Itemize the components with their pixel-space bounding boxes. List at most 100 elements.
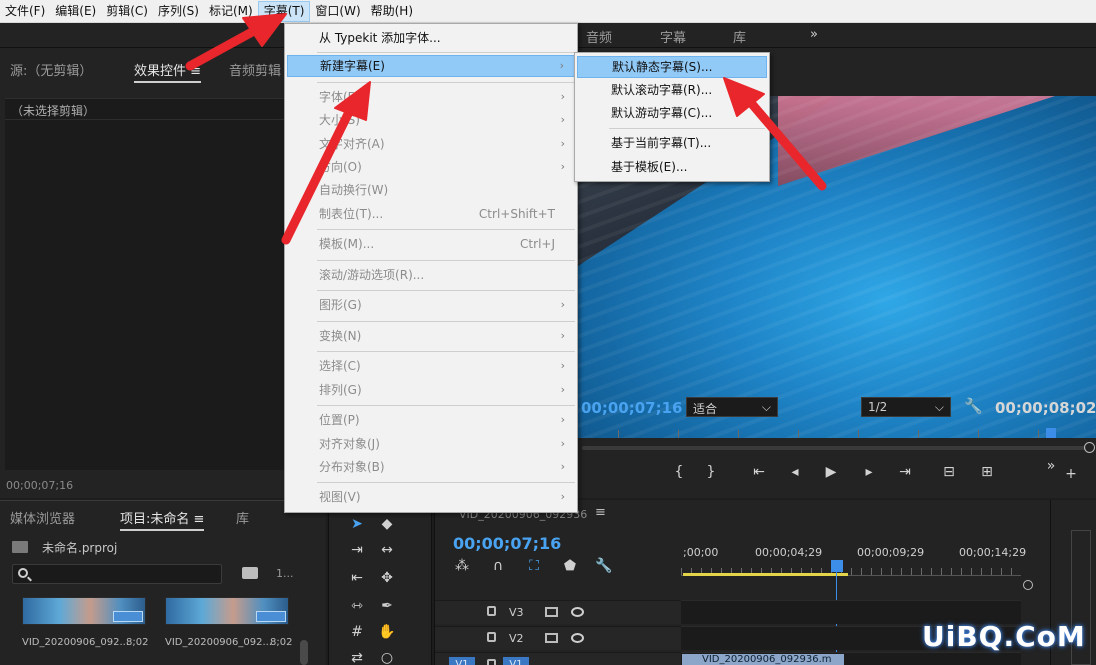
program-time-ruler[interactable] [578,424,1096,446]
menu-item-roll-crawl-options[interactable]: 滚动/游动选项(R)... [287,264,575,286]
menu-item-add-typekit-fonts[interactable]: 从 Typekit 添加字体... [287,27,575,49]
selection-tool-icon[interactable]: ➤ [347,516,367,532]
menu-item-select[interactable]: 选择(C) › [287,355,575,377]
go-to-in-icon[interactable]: ⇤ [750,464,768,480]
track-select-tool-icon[interactable]: ◆ [377,516,397,532]
lock-icon[interactable] [487,659,496,665]
new-search-bin-icon[interactable] [242,567,258,579]
go-to-out-icon[interactable]: ⇥ [896,464,914,480]
menu-item-templates[interactable]: 模板(M)... Ctrl+J [287,233,575,255]
menu-item-new-title[interactable]: 新建字幕(E) › [287,55,575,77]
track-header-v1[interactable]: V1 V1 [435,652,681,665]
lift-icon[interactable]: ⊟ [940,464,958,480]
menu-title[interactable]: 字幕(T) [257,0,311,22]
workspace-titles[interactable]: 字幕 [660,27,686,46]
scrollbar-handle-icon[interactable] [1084,442,1095,453]
menu-sequence[interactable]: 序列(S) [153,1,204,22]
menu-item-orientation[interactable]: 方向(O) › [287,156,575,178]
step-forward-icon[interactable]: ▸ [860,464,878,480]
sync-lock-icon[interactable] [545,633,558,643]
eye-icon[interactable] [571,633,584,643]
playback-resolution-select[interactable]: 1/2 ⌵ [861,397,951,417]
eye-icon[interactable] [571,607,584,617]
tab-audio-clip-mixer[interactable]: 音频剪辑 [229,60,281,79]
zoom-level-select[interactable]: 适合 ⌵ [686,397,778,417]
work-area-bar[interactable] [683,573,848,576]
timeline-timecode[interactable]: 00;00;07;16 [453,534,561,553]
rolling-edit-tool-icon[interactable]: ↔ [377,542,397,558]
timeline-wrench-icon[interactable]: 🔧 [595,558,613,574]
rate-stretch-tool-icon[interactable]: ⇤ [347,570,367,586]
tab-source[interactable]: 源:（无剪辑） [10,60,92,79]
workspace-libraries[interactable]: 库 [733,27,746,46]
program-playhead[interactable] [1046,428,1056,438]
project-search-input[interactable] [12,564,222,584]
menu-item-font[interactable]: 字体(F) › [287,86,575,108]
clip-thumbnail-1[interactable] [22,597,146,625]
add-marker-icon[interactable]: ⬟ [561,558,579,574]
mark-out-icon[interactable]: } [702,464,720,480]
menu-window[interactable]: 窗口(W) [310,1,365,22]
sync-lock-icon[interactable] [545,607,558,617]
menu-item-default-crawl[interactable]: 默认游动字幕(C)... [577,102,767,124]
menu-clip[interactable]: 剪辑(C) [101,1,153,22]
program-zoom-scrollbar[interactable] [582,446,1086,450]
program-current-timecode[interactable]: 00;00;07;16 [581,399,683,417]
mark-in-icon[interactable]: { [670,464,688,480]
menu-item-align-objects[interactable]: 对齐对象(J) › [287,433,575,455]
step-back-icon[interactable]: ◂ [786,464,804,480]
menu-item-based-on-current[interactable]: 基于当前字幕(T)... [577,132,767,154]
menu-item-transform[interactable]: 变换(N) › [287,325,575,347]
timeline-playhead[interactable] [831,560,843,572]
track-header-v3[interactable]: V3 [435,600,681,624]
menu-file[interactable]: 文件(F) [0,1,50,22]
menu-marker[interactable]: 标记(M) [204,1,258,22]
ripple-edit-tool-icon[interactable]: ⇥ [347,542,367,558]
timeline-scroll-handle-icon[interactable] [1023,580,1033,590]
menu-item-size[interactable]: 大小(S) › [287,109,575,131]
play-icon[interactable]: ▶ [822,464,840,480]
track-target-v1[interactable]: V1 [503,657,529,665]
menu-help[interactable]: 帮助(H) [366,1,418,22]
track-header-v2[interactable]: V2 [435,626,681,650]
nest-icon[interactable]: ⁂ [453,558,471,574]
zoom-tool-icon[interactable]: ○ [377,650,397,665]
slip-tool-icon[interactable]: ⇿ [347,598,367,614]
lock-icon[interactable] [487,606,496,616]
workspace-audio[interactable]: 音频 [586,27,612,46]
extract-icon[interactable]: ⊞ [978,464,996,480]
menu-item-default-still[interactable]: 默认静态字幕(S)... [577,56,767,78]
menu-edit[interactable]: 编辑(E) [50,1,101,22]
menu-item-based-on-template[interactable]: 基于模板(E)... [577,156,767,178]
track-forward-tool-icon[interactable]: ⇄ [347,650,367,665]
linked-selection-icon[interactable]: ⛶ [525,558,543,574]
menu-item-default-roll[interactable]: 默认滚动字幕(R)... [577,79,767,101]
clip-thumbnail-2[interactable] [165,597,289,625]
timeline-clip[interactable]: VID_20200906_092936.m [682,654,844,665]
menu-item-text-align[interactable]: 文字对齐(A) › [287,133,575,155]
snap-magnet-icon[interactable]: ∩ [489,558,507,574]
project-scrollbar[interactable] [300,640,308,665]
hand-tool-icon[interactable]: ✋ [377,624,397,640]
tab-libraries[interactable]: 库 [236,508,249,527]
timeline-menu-icon[interactable]: ≡ [595,505,606,520]
lock-icon[interactable] [487,632,496,642]
menu-item-arrange[interactable]: 排列(G) › [287,379,575,401]
menu-item-view[interactable]: 视图(V) › [287,486,575,508]
wrench-settings-icon[interactable]: 🔧 [964,397,983,415]
slide-tool-icon[interactable]: # [347,624,367,640]
menu-item-distribute-objects[interactable]: 分布对象(B) › [287,456,575,478]
menu-item-tab-stops[interactable]: 制表位(T)... Ctrl+Shift+T [287,203,575,225]
source-patch-v1[interactable]: V1 [449,657,475,665]
overflow-chevron-icon[interactable]: » [1042,458,1060,474]
tab-effect-controls[interactable]: 效果控件 ≡ [134,60,202,83]
menu-item-graphic[interactable]: 图形(G) › [287,294,575,316]
pen-tool-icon[interactable]: ✒ [377,598,397,614]
add-button-icon[interactable]: + [1062,466,1080,482]
menu-item-position[interactable]: 位置(P) › [287,409,575,431]
tab-media-browser[interactable]: 媒体浏览器 [10,508,75,527]
menu-item-word-wrap[interactable]: 自动换行(W) [287,179,575,201]
workspace-overflow[interactable]: » [810,27,818,42]
tab-project[interactable]: 项目:未命名 ≡ [120,508,205,531]
razor-tool-icon[interactable]: ✥ [377,570,397,586]
